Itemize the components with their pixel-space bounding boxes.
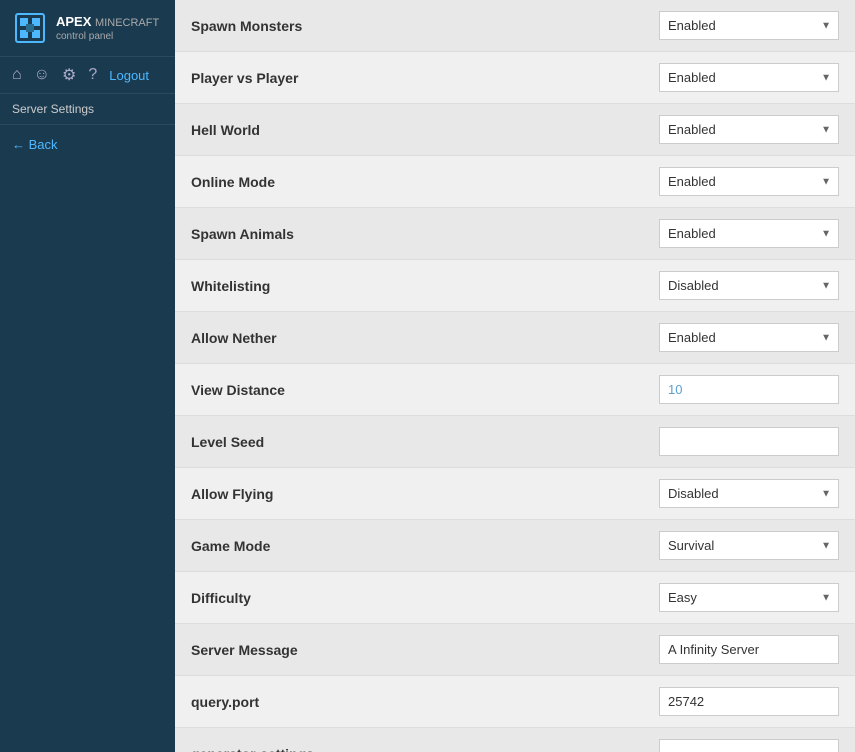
select-player-vs-player[interactable]: EnabledDisabled bbox=[659, 63, 839, 92]
select-wrapper: EnabledDisabled bbox=[659, 479, 839, 508]
settings-row: Online ModeEnabledDisabled bbox=[175, 156, 855, 208]
select-allow-nether[interactable]: EnabledDisabled bbox=[659, 323, 839, 352]
settings-row: generator-settings bbox=[175, 728, 855, 752]
back-button[interactable]: ← Back bbox=[0, 125, 175, 164]
product-sub: control panel bbox=[56, 31, 159, 42]
select-online-mode[interactable]: EnabledDisabled bbox=[659, 167, 839, 196]
user-icon[interactable]: ☺ bbox=[34, 66, 50, 84]
select-hell-world[interactable]: EnabledDisabled bbox=[659, 115, 839, 144]
setting-label-difficulty: Difficulty bbox=[191, 590, 659, 606]
select-wrapper: EnabledDisabled bbox=[659, 219, 839, 248]
logo-area: APEX MINECRAFT control panel bbox=[0, 0, 175, 57]
input-level-seed[interactable] bbox=[659, 427, 839, 456]
settings-row: Server Message bbox=[175, 624, 855, 676]
section-title: Server Settings bbox=[0, 94, 175, 125]
sidebar: APEX MINECRAFT control panel ⌂ ☺ ⚙ ? Log… bbox=[0, 0, 175, 752]
settings-row: Spawn MonstersEnabledDisabled bbox=[175, 0, 855, 52]
select-whitelisting[interactable]: EnabledDisabled bbox=[659, 271, 839, 300]
setting-label-hell-world: Hell World bbox=[191, 122, 659, 138]
select-wrapper: EnabledDisabled bbox=[659, 11, 839, 40]
sidebar-nav-icons: ⌂ ☺ ⚙ ? Logout bbox=[0, 57, 175, 94]
setting-label-view-distance: View Distance bbox=[191, 382, 659, 398]
setting-label-allow-nether: Allow Nether bbox=[191, 330, 659, 346]
input-server-message[interactable] bbox=[659, 635, 839, 664]
setting-label-level-seed: Level Seed bbox=[191, 434, 659, 450]
input-query-port[interactable] bbox=[659, 687, 839, 716]
select-wrapper: EasyNormalHardPeaceful bbox=[659, 583, 839, 612]
help-icon[interactable]: ? bbox=[88, 66, 97, 84]
select-wrapper: SurvivalCreativeAdventureSpectator bbox=[659, 531, 839, 560]
main-content: Spawn MonstersEnabledDisabledPlayer vs P… bbox=[175, 0, 855, 752]
setting-label-server-message: Server Message bbox=[191, 642, 659, 658]
settings-row: DifficultyEasyNormalHardPeaceful bbox=[175, 572, 855, 624]
settings-row: query.port bbox=[175, 676, 855, 728]
setting-label-spawn-monsters: Spawn Monsters bbox=[191, 18, 659, 34]
settings-row: Game ModeSurvivalCreativeAdventureSpecta… bbox=[175, 520, 855, 572]
input-generator-settings[interactable] bbox=[659, 739, 839, 752]
settings-row: Level Seed bbox=[175, 416, 855, 468]
logo-icon bbox=[12, 10, 48, 46]
setting-label-allow-flying: Allow Flying bbox=[191, 486, 659, 502]
select-wrapper: EnabledDisabled bbox=[659, 63, 839, 92]
setting-label-online-mode: Online Mode bbox=[191, 174, 659, 190]
setting-label-generator-settings: generator-settings bbox=[191, 746, 659, 752]
settings-row: Hell WorldEnabledDisabled bbox=[175, 104, 855, 156]
setting-label-player-vs-player: Player vs Player bbox=[191, 70, 659, 86]
setting-label-whitelisting: Whitelisting bbox=[191, 278, 659, 294]
logo-text-block: APEX MINECRAFT control panel bbox=[56, 14, 159, 41]
select-wrapper: EnabledDisabled bbox=[659, 115, 839, 144]
settings-icon[interactable]: ⚙ bbox=[62, 65, 76, 85]
settings-table: Spawn MonstersEnabledDisabledPlayer vs P… bbox=[175, 0, 855, 752]
select-spawn-monsters[interactable]: EnabledDisabled bbox=[659, 11, 839, 40]
select-spawn-animals[interactable]: EnabledDisabled bbox=[659, 219, 839, 248]
settings-row: Spawn AnimalsEnabledDisabled bbox=[175, 208, 855, 260]
settings-row: WhitelistingEnabledDisabled bbox=[175, 260, 855, 312]
logout-link[interactable]: Logout bbox=[109, 68, 149, 83]
setting-label-spawn-animals: Spawn Animals bbox=[191, 226, 659, 242]
settings-row: View Distance bbox=[175, 364, 855, 416]
select-wrapper: EnabledDisabled bbox=[659, 167, 839, 196]
select-difficulty[interactable]: EasyNormalHardPeaceful bbox=[659, 583, 839, 612]
select-wrapper: EnabledDisabled bbox=[659, 271, 839, 300]
product-name: MINECRAFT bbox=[95, 17, 159, 29]
home-icon[interactable]: ⌂ bbox=[12, 66, 22, 84]
select-allow-flying[interactable]: EnabledDisabled bbox=[659, 479, 839, 508]
input-view-distance[interactable] bbox=[659, 375, 839, 404]
select-game-mode[interactable]: SurvivalCreativeAdventureSpectator bbox=[659, 531, 839, 560]
settings-row: Allow FlyingEnabledDisabled bbox=[175, 468, 855, 520]
settings-row: Allow NetherEnabledDisabled bbox=[175, 312, 855, 364]
select-wrapper: EnabledDisabled bbox=[659, 323, 839, 352]
settings-row: Player vs PlayerEnabledDisabled bbox=[175, 52, 855, 104]
setting-label-game-mode: Game Mode bbox=[191, 538, 659, 554]
brand-name: APEX MINECRAFT bbox=[56, 14, 159, 30]
setting-label-query.port: query.port bbox=[191, 694, 659, 710]
